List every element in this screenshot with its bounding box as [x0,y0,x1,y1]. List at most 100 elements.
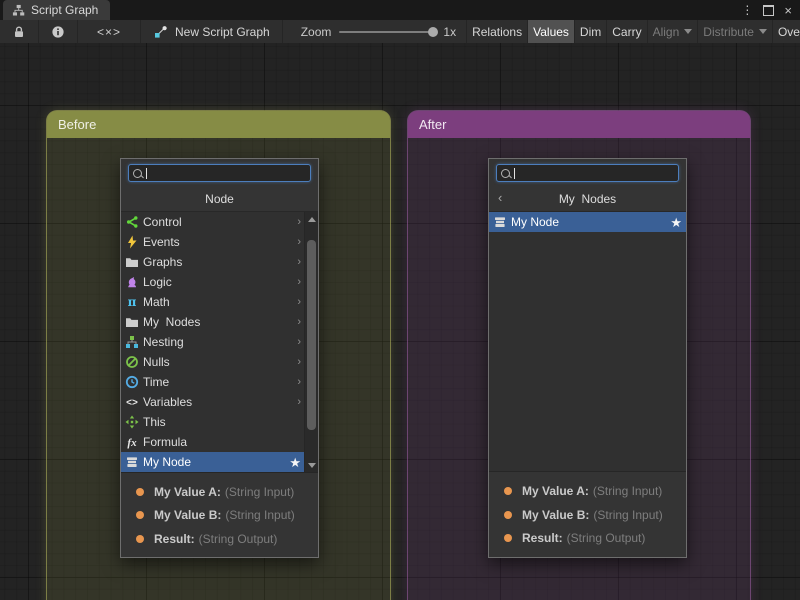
preview-row: Result: (String Output) [121,532,318,546]
list-item-my-node[interactable]: My Node ★ [489,212,686,232]
list-item-formula[interactable]: fx Formula [121,432,318,452]
group-before-title: Before [58,117,96,132]
chevron-right-icon: › [297,396,301,408]
fuzzy-finder-before: Node Control › Events › Graphs › [120,158,319,558]
distribute-dropdown[interactable]: Distribute [697,20,772,43]
favorite-star-icon[interactable]: ★ [670,216,682,229]
list-item-logic[interactable]: Logic › [121,272,318,292]
inspect-button[interactable] [39,20,78,43]
this-icon [124,415,140,429]
scroll-down-icon[interactable] [305,459,318,471]
back-chevron-icon[interactable]: ‹ [498,190,502,205]
list-item-math[interactable]: π Math › [121,292,318,312]
graph-canvas[interactable]: Before After Node [0,43,800,600]
list-item-nesting[interactable]: Nesting › [121,332,318,352]
list-item-variables[interactable]: <> Variables › [121,392,318,412]
tab-script-graph[interactable]: Script Graph [3,0,110,20]
group-before-header[interactable]: Before [47,111,390,138]
script-graph-icon [10,3,26,17]
port-label: Result: [154,532,195,546]
port-type: (String Output) [199,532,278,546]
list-item-this[interactable]: This [121,412,318,432]
window-controls: ⋮ × [733,0,800,20]
search-box[interactable] [128,164,311,182]
align-label: Align [653,25,680,39]
new-graph-icon [153,25,169,39]
dim-label: Dim [580,25,601,39]
search-icon [501,169,510,178]
chevron-right-icon: › [297,236,301,248]
preview-row: Result: (String Output) [489,531,686,545]
align-dropdown[interactable]: Align [647,20,698,43]
list-item-my-node[interactable]: My Node ★ [121,452,318,472]
list-item-time[interactable]: Time › [121,372,318,392]
tab-title: Script Graph [31,3,98,17]
time-icon [124,375,140,389]
dim-button[interactable]: Dim [574,20,606,43]
new-graph-label: New Script Graph [175,25,270,39]
zoom-value: 1x [443,25,456,39]
code-view-label: <×> [97,25,121,39]
port-label: My Value B: [522,508,589,522]
list-item-nulls[interactable]: Nulls › [121,352,318,372]
overview-label: Overview [778,25,800,39]
list-item-label: This [143,415,166,429]
new-script-graph-button[interactable]: New Script Graph [141,20,283,43]
finder-header-label: Node [205,192,234,206]
favorite-star-icon[interactable]: ★ [289,456,301,469]
port-type: (String Output) [567,531,646,545]
search-input[interactable] [147,166,306,180]
port-label: My Value B: [154,508,221,522]
chevron-right-icon: › [297,296,301,308]
carry-button[interactable]: Carry [606,20,646,43]
overview-button[interactable]: Overview [772,20,800,43]
tab-bar: Script Graph ⋮ × [0,0,800,20]
chevron-right-icon: › [297,316,301,328]
zoom-control: Zoom 1x [283,20,466,43]
preview-row: My Value A: (String Input) [121,485,318,499]
script-graph-window: Script Graph ⋮ × <×> New Script Graph [0,0,800,600]
values-label: Values [533,25,569,39]
my-node-icon [124,455,140,469]
list-item-graphs[interactable]: Graphs › [121,252,318,272]
search-input[interactable] [515,166,674,180]
chevron-right-icon: › [297,356,301,368]
list-item-label: Nesting [143,335,184,349]
zoom-slider[interactable] [339,31,435,33]
scroll-up-icon[interactable] [305,213,318,225]
search-wrap [489,159,686,186]
list-item-label: Control [143,215,182,229]
maximize-icon[interactable] [763,5,774,16]
graph-toolbar: <×> New Script Graph Zoom 1x Relations V… [0,20,800,44]
code-view-button[interactable]: <×> [78,20,141,43]
close-icon[interactable]: × [784,4,792,17]
lock-button[interactable] [0,20,39,43]
distribute-label: Distribute [703,25,754,39]
math-icon: π [124,295,140,309]
node-preview: My Value A: (String Input) My Value B: (… [121,472,318,557]
info-icon [50,25,66,39]
group-after-title: After [419,117,446,132]
nesting-icon [124,335,140,349]
nulls-icon [124,355,140,369]
formula-icon: fx [124,435,140,449]
kebab-menu-icon[interactable]: ⋮ [741,4,753,16]
port-type: (String Input) [593,484,662,498]
list-item-control[interactable]: Control › [121,212,318,232]
svg-text:π: π [128,295,137,309]
list-item-label: Math [143,295,170,309]
port-type: (String Input) [225,508,294,522]
values-button[interactable]: Values [527,20,574,43]
group-after-header[interactable]: After [408,111,750,138]
scrollbar[interactable] [304,212,318,472]
scrollbar-thumb[interactable] [307,240,316,430]
node-list: Control › Events › Graphs › Logic › [121,212,318,472]
list-item-my-nodes[interactable]: My Nodes › [121,312,318,332]
zoom-slider-handle[interactable] [428,27,438,37]
relations-button[interactable]: Relations [466,20,527,43]
chevron-right-icon: › [297,336,301,348]
my-node-icon [492,215,508,229]
port-dot-icon [504,511,512,519]
search-box[interactable] [496,164,679,182]
list-item-events[interactable]: Events › [121,232,318,252]
